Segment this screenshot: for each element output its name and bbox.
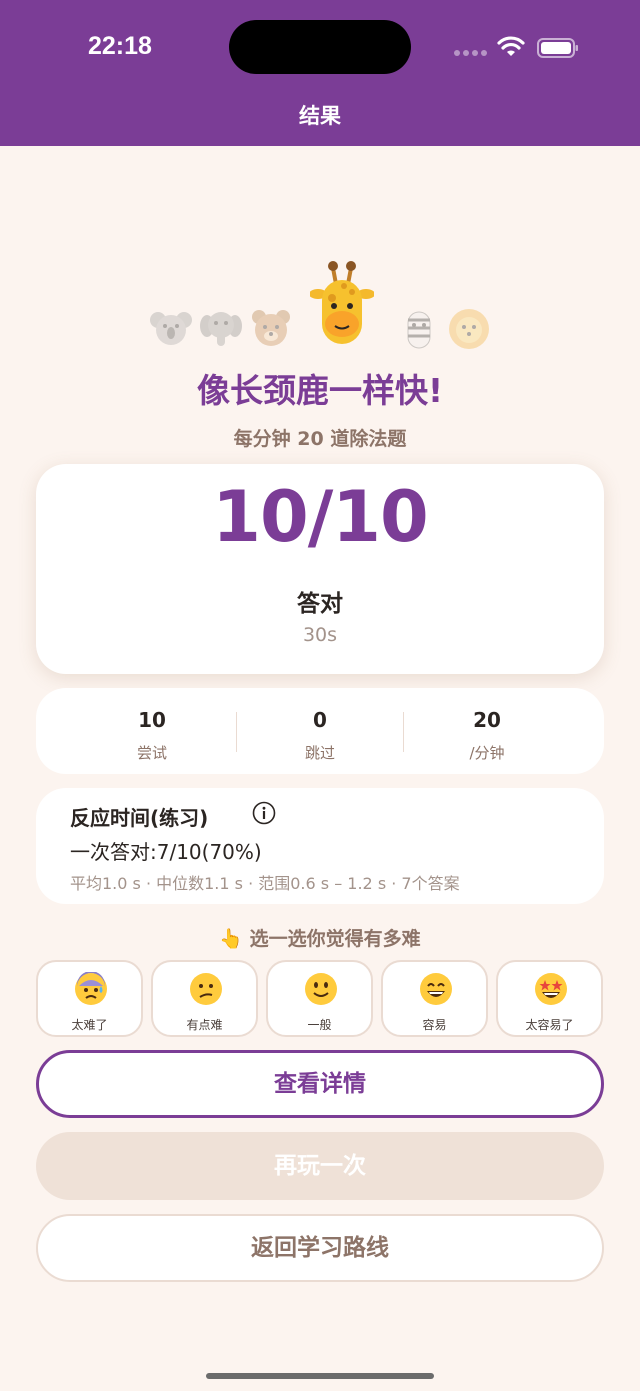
difficulty-label: 一般: [307, 1018, 332, 1032]
difficulty-label: 容易: [422, 1018, 447, 1032]
elapsed-time: 30s: [302, 624, 338, 646]
star-struck-face-icon: [535, 973, 567, 1005]
signal-icon: [454, 50, 488, 58]
difficulty-somewhat-hard[interactable]: 有点难: [151, 960, 258, 1037]
stat-label: 尝试: [136, 744, 167, 762]
stats-card: 10 尝试 0 跳过 20 /分钟: [36, 688, 604, 774]
grinning-face-icon: [420, 973, 452, 1005]
reaction-time-card: 反应时间(练习) 一次答对:7/10(70%) 平均1.0 s · 中位数1.1…: [36, 788, 604, 904]
animal-ranking: [0, 250, 640, 360]
stat-value: 0: [313, 708, 327, 732]
zebra-icon: [407, 311, 431, 349]
difficulty-prompt: 👆 选一选你觉得有多难: [219, 928, 421, 950]
back-to-path-button[interactable]: 返回学习路线: [36, 1214, 604, 1282]
koala-icon: [150, 312, 192, 345]
header-bar: 22:18 结果: [0, 0, 640, 146]
stat-per-minute: 20 /分钟: [403, 688, 571, 774]
difficulty-label: 太容易了: [525, 1018, 574, 1032]
difficulty-easy[interactable]: 容易: [381, 960, 488, 1037]
wifi-icon: [497, 36, 525, 56]
score-label: 答对: [297, 591, 343, 617]
anxious-sweat-face-icon: [75, 972, 107, 1005]
reaction-title: 反应时间(练习): [70, 806, 209, 830]
elephant-icon: [200, 312, 242, 346]
giraffe-icon: [310, 261, 374, 344]
battery-icon: [537, 38, 578, 58]
stat-attempts: 10 尝试: [68, 688, 236, 774]
info-icon[interactable]: [252, 801, 276, 825]
home-indicator[interactable]: [206, 1373, 434, 1379]
difficulty-normal[interactable]: 一般: [266, 960, 373, 1037]
stat-label: /分钟: [469, 744, 505, 762]
first-try-correct: 一次答对:7/10(70%): [70, 840, 262, 864]
lion-icon: [449, 309, 489, 349]
slight-smile-face-icon: [305, 973, 337, 1005]
page-title: 结果: [299, 104, 341, 128]
play-again-button[interactable]: 再玩一次: [36, 1132, 604, 1200]
stat-label: 跳过: [304, 744, 335, 762]
result-headline: 像长颈鹿一样快!: [196, 371, 444, 410]
bear-icon: [252, 310, 290, 346]
stat-value: 20: [473, 708, 501, 732]
stat-skipped: 0 跳过: [236, 688, 404, 774]
difficulty-too-easy[interactable]: 太容易了: [496, 960, 603, 1037]
confused-face-icon: [190, 973, 222, 1005]
stat-value: 10: [138, 708, 166, 732]
difficulty-label: 太难了: [71, 1018, 108, 1032]
score-value: 10/10: [212, 476, 428, 558]
dynamic-island: [229, 20, 411, 74]
difficulty-too-hard[interactable]: 太难了: [36, 960, 143, 1037]
difficulty-label: 有点难: [186, 1018, 223, 1032]
view-details-button[interactable]: 查看详情: [36, 1050, 604, 1118]
reaction-summary: 平均1.0 s · 中位数1.1 s · 范围0.6 s – 1.2 s · 7…: [70, 874, 460, 893]
status-time: 22:18: [88, 32, 152, 60]
speed-subtitle: 每分钟 20 道除法题: [233, 428, 407, 450]
score-card: 10/10 答对 30s: [36, 464, 604, 674]
